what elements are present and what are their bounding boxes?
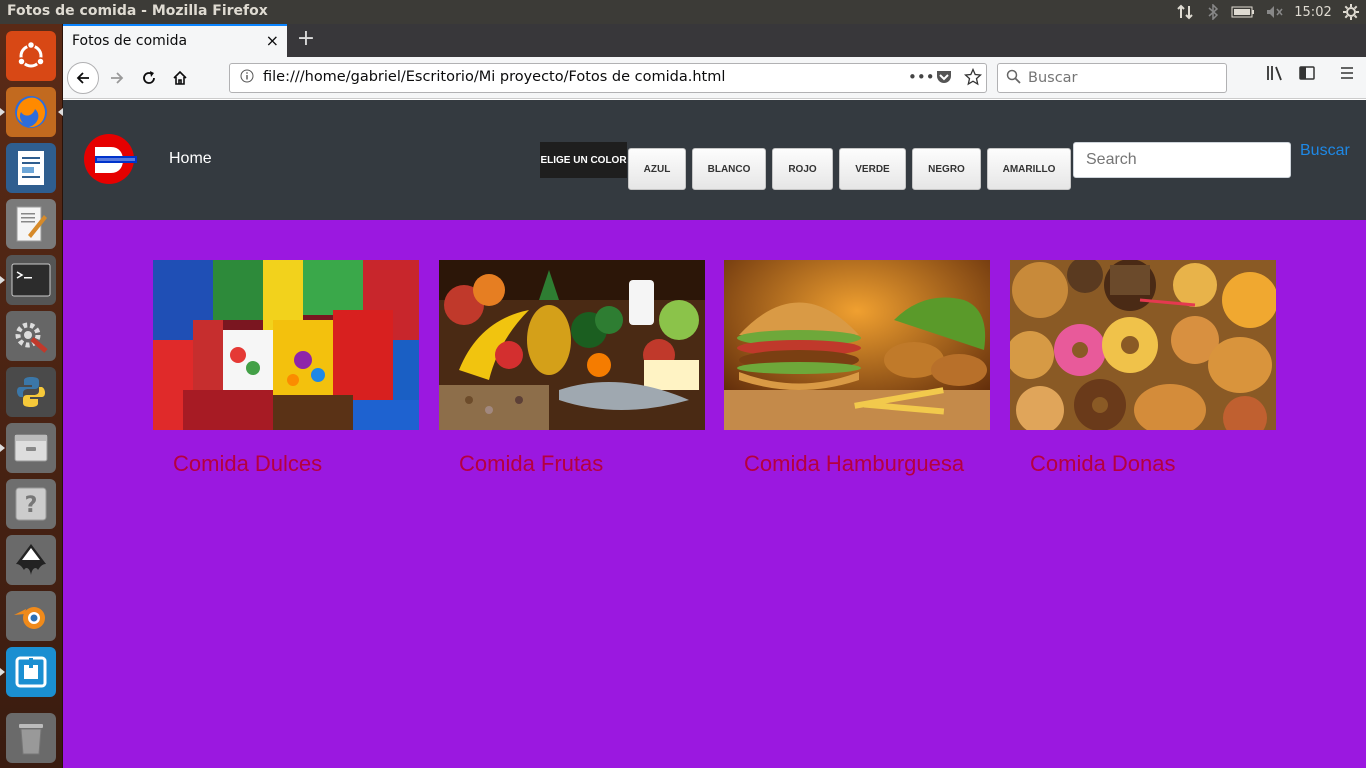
card-caption[interactable]: Comida Frutas [459,450,689,477]
home-button[interactable] [164,62,196,94]
browser-window: Fotos de comida × + file:///home/gabriel… [63,24,1366,768]
site-search-input[interactable] [1074,143,1290,177]
python-icon[interactable] [6,367,56,417]
libreoffice-writer-icon[interactable] [6,143,56,193]
back-arrow-icon [76,72,89,84]
new-tab-button[interactable]: + [293,27,319,53]
text-editor-icon[interactable] [6,199,56,249]
tab-bar: Fotos de comida × + [63,24,1366,57]
reload-button[interactable] [133,62,165,94]
card-comida-donas: Comida Donas [1010,260,1276,476]
clock[interactable]: 15:02 [1290,0,1336,24]
sweets-photo[interactable] [153,260,419,430]
svg-text:?: ? [25,493,38,518]
reload-icon [143,71,155,84]
volume-muted-icon[interactable] [1260,0,1290,24]
pocket-icon[interactable] [936,69,952,88]
tab-fotos-de-comida[interactable]: Fotos de comida × [63,24,287,57]
color-button-blanco[interactable]: BLANCO [692,148,766,190]
color-button-rojo[interactable]: ROJO [772,148,833,190]
inkscape-icon[interactable] [6,535,56,585]
help-icon[interactable]: ? [6,479,56,529]
forward-button[interactable] [101,62,133,94]
navigation-toolbar: file:///home/gabriel/Escritorio/Mi proye… [63,57,1366,99]
forward-arrow-icon [111,72,124,84]
site-search-field[interactable] [1073,142,1291,178]
library-icon[interactable] [1266,65,1284,85]
ubuntu-dash-icon[interactable] [6,31,56,81]
url-text[interactable]: file:///home/gabriel/Escritorio/Mi proye… [263,69,725,85]
card-caption[interactable]: Comida Hamburguesa [744,450,974,477]
site-logo[interactable] [81,133,137,185]
info-icon[interactable] [240,69,254,87]
bookmark-star-icon[interactable] [963,67,983,90]
power-gear-icon[interactable] [1336,0,1366,24]
browser-search-bar[interactable] [997,63,1227,93]
home-icon [173,70,187,85]
color-button-negro[interactable]: NEGRO [912,148,981,190]
card-caption[interactable]: Comida Donas [1030,450,1260,477]
home-link[interactable]: Home [169,150,212,168]
color-button-verde[interactable]: VERDE [839,148,906,190]
running-indicator [0,108,5,116]
back-button[interactable] [67,62,99,94]
menu-hamburger-icon[interactable] [1339,65,1355,84]
firefox-icon[interactable] [0,87,63,137]
fruits-photo[interactable] [439,260,705,430]
magnifier-icon [1006,69,1021,88]
bluetooth-icon[interactable] [1200,0,1226,24]
card-caption[interactable]: Comida Dulces [173,450,403,477]
card-comida-hamburguesa: Comida Hamburguesa [724,260,990,476]
launcher: ? [0,24,63,768]
running-indicator [0,444,5,452]
trash-icon[interactable] [6,713,56,763]
window-title: Fotos de comida - Mozilla Firefox [7,3,268,19]
tab-title: Fotos de comida [72,33,188,49]
system-settings-icon[interactable] [6,311,56,361]
top-panel: Fotos de comida - Mozilla Firefox 15:02 [0,0,1366,24]
system-tray: 15:02 [1170,0,1366,24]
terminal-icon[interactable] [0,255,56,305]
battery-icon[interactable] [1226,0,1260,24]
burger-photo[interactable] [724,260,990,430]
close-tab-icon[interactable]: × [266,31,279,50]
running-indicator [0,668,5,676]
files-icon[interactable] [0,423,56,473]
card-comida-frutas: Comida Frutas [439,260,705,476]
browser-search-input[interactable] [1028,68,1218,88]
url-bar[interactable]: file:///home/gabriel/Escritorio/Mi proye… [229,63,987,93]
site-search-button[interactable]: Buscar [1300,142,1350,160]
site-navbar: Home ELIGE UN COLOR AZUL BLANCO ROJO VER… [63,100,1366,220]
app-icon[interactable] [0,647,56,697]
blender-icon[interactable] [6,591,56,641]
sidebar-icon[interactable] [1299,65,1315,85]
donuts-photo[interactable] [1010,260,1276,430]
card-comida-dulces: Comida Dulces [153,260,419,476]
page-actions-icon[interactable]: ••• [908,68,935,86]
color-button-amarillo[interactable]: AMARILLO [987,148,1071,190]
color-button-azul[interactable]: AZUL [628,148,686,190]
running-indicator [0,276,5,284]
color-picker-label: ELIGE UN COLOR [540,142,627,178]
network-icon[interactable] [1170,0,1200,24]
web-page: Home ELIGE UN COLOR AZUL BLANCO ROJO VER… [63,100,1366,768]
